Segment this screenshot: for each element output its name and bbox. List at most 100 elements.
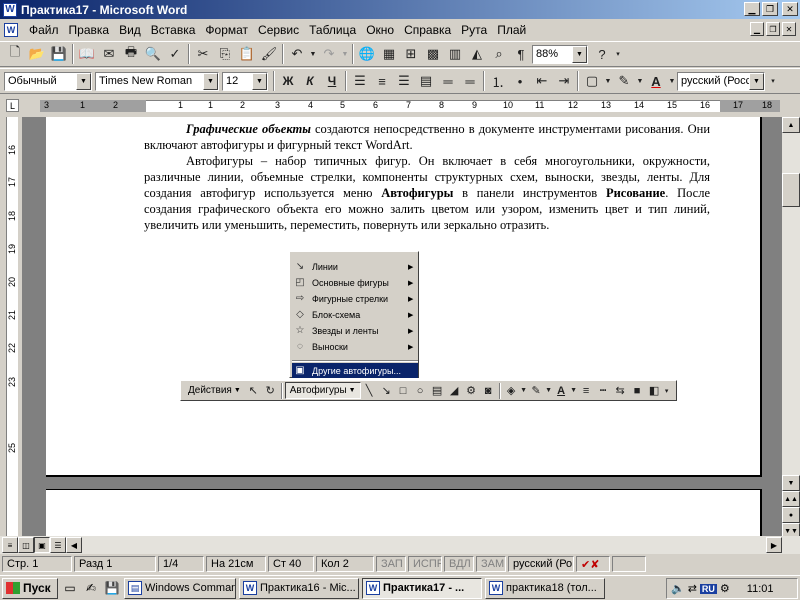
menu-play[interactable]: Плай xyxy=(492,23,531,37)
tab-selector-icon[interactable]: L xyxy=(6,99,19,112)
chevron-down-icon[interactable]: ▼ xyxy=(572,45,587,63)
menu-item-lines[interactable]: ↘ Линии ▶ xyxy=(292,259,418,274)
line-color-icon[interactable]: ✎ xyxy=(528,382,545,399)
insert-table-icon[interactable]: ⊞ xyxy=(400,43,422,65)
align-right-icon[interactable]: ☰ xyxy=(393,70,415,92)
menu-format[interactable]: Формат xyxy=(200,23,253,37)
permission-icon[interactable]: 📖 xyxy=(76,43,98,65)
toolbar-options-icon[interactable]: ▾ xyxy=(613,43,623,65)
format-painter-icon[interactable]: 🖌 xyxy=(258,43,280,65)
toolbar-options-icon[interactable]: ▾ xyxy=(768,70,778,92)
chevron-down-icon[interactable]: ▼ xyxy=(252,72,267,90)
volume-icon[interactable]: 🔈 xyxy=(671,582,685,595)
increase-indent-icon[interactable]: ⇥ xyxy=(553,70,575,92)
vertical-scrollbar[interactable]: ▲ ▼ ▲▲ ● ▼▼ xyxy=(782,117,800,539)
3d-icon[interactable]: ◧ xyxy=(646,382,663,399)
copy-icon[interactable]: ⎘ xyxy=(214,43,236,65)
status-ext[interactable]: ВДЛ xyxy=(444,556,474,572)
show-desktop-icon[interactable]: ▭ xyxy=(61,579,79,597)
doc-restore-button[interactable]: ❐ xyxy=(766,22,780,36)
chevron-down-icon[interactable]: ▼ xyxy=(749,72,764,90)
redo-dropdown-icon[interactable]: ▼ xyxy=(340,43,350,65)
oval-icon[interactable]: ○ xyxy=(412,382,429,399)
open-folder-icon[interactable]: 📂 xyxy=(26,43,48,65)
minimize-button[interactable]: ▁ xyxy=(744,2,760,16)
decrease-indent-icon[interactable]: ⇤ xyxy=(531,70,553,92)
drawing-icon[interactable]: ◭ xyxy=(466,43,488,65)
print-preview-icon[interactable]: 🔍 xyxy=(142,43,164,65)
status-language[interactable]: русский (Ро xyxy=(508,556,574,572)
cut-icon[interactable]: ✂ xyxy=(192,43,214,65)
line-color-dropdown-icon[interactable]: ▼ xyxy=(545,382,553,399)
horizontal-ruler[interactable]: L 3 1 2 1 1 2 3 4 5 6 7 8 9 10 11 12 13 … xyxy=(0,95,800,117)
vertical-ruler[interactable]: 16 17 18 19 20 21 22 23 25 xyxy=(0,117,22,537)
web-view-icon[interactable]: ◫ xyxy=(18,537,34,553)
start-button[interactable]: Пуск xyxy=(2,577,58,599)
font-color-dropdown-icon[interactable]: ▼ xyxy=(667,70,677,92)
font-color-dropdown-icon[interactable]: ▼ xyxy=(570,382,578,399)
clip-art-icon[interactable]: ◙ xyxy=(480,382,497,399)
select-browse-object-icon[interactable]: ● xyxy=(782,507,800,523)
menu-window[interactable]: Окно xyxy=(361,23,399,37)
word-icon[interactable]: W xyxy=(3,2,17,17)
close-button[interactable]: ✕ xyxy=(782,2,798,16)
diagram-icon[interactable]: ⚙ xyxy=(463,382,480,399)
fill-color-icon[interactable]: ◈ xyxy=(503,382,520,399)
numbering-icon[interactable]: ⒈ xyxy=(487,70,509,92)
document-icon[interactable]: W xyxy=(4,23,18,37)
menu-item-basic-shapes[interactable]: ◰ Основные фигуры ▶ xyxy=(292,275,418,290)
menu-item-flowchart[interactable]: ◇ Блок-схема ▶ xyxy=(292,307,418,322)
previous-page-icon[interactable]: ▲▲ xyxy=(782,491,800,507)
font-color-icon[interactable]: A xyxy=(645,70,667,92)
line-style-icon[interactable]: ≡ xyxy=(578,382,595,399)
document-map-icon[interactable]: ⌕ xyxy=(488,43,510,65)
status-position[interactable]: На 21см xyxy=(206,556,266,572)
select-objects-icon[interactable]: ↖ xyxy=(245,382,262,399)
notepad-icon[interactable]: ✍ xyxy=(82,579,100,597)
line-icon[interactable]: ╲ xyxy=(361,382,378,399)
menu-help[interactable]: Справка xyxy=(399,23,456,37)
save-icon[interactable]: 💾 xyxy=(48,43,70,65)
menu-view[interactable]: Вид xyxy=(114,23,146,37)
paste-icon[interactable]: 📋 xyxy=(236,43,258,65)
bullets-icon[interactable]: • xyxy=(509,70,531,92)
status-pages[interactable]: 1/4 xyxy=(158,556,204,572)
network-icon[interactable]: ⇄ xyxy=(688,582,697,595)
font-color-icon[interactable]: A xyxy=(553,382,570,399)
paragraph-autoshapes[interactable]: Автофигуры – набор типичных фигур. Он вк… xyxy=(144,153,710,233)
document-body[interactable]: Графические объекты создаются непосредст… xyxy=(144,121,710,233)
free-rotate-icon[interactable]: ↻ xyxy=(262,382,279,399)
wordart-icon[interactable]: ◢ xyxy=(446,382,463,399)
borders-dropdown-icon[interactable]: ▼ xyxy=(603,70,613,92)
email-icon[interactable]: ✉ xyxy=(98,43,120,65)
shadow-icon[interactable]: ■ xyxy=(629,382,646,399)
menu-table[interactable]: Таблица xyxy=(304,23,361,37)
outline-view-icon[interactable]: ☰ xyxy=(50,537,66,553)
text-box-icon[interactable]: ▤ xyxy=(429,382,446,399)
status-column[interactable]: Кол 2 xyxy=(316,556,374,572)
chevron-down-icon[interactable]: ▼ xyxy=(203,72,218,90)
font-combo[interactable]: Times New Roman ▼ xyxy=(95,71,219,91)
keyboard-language-indicator[interactable]: RU xyxy=(699,583,717,594)
spelling-icon[interactable]: ✓ xyxy=(164,43,186,65)
toolbar-options-icon[interactable]: ▾ xyxy=(663,382,671,399)
menu-insert[interactable]: Вставка xyxy=(146,23,201,37)
menu-file[interactable]: Файл xyxy=(24,23,64,37)
menu-item-block-arrows[interactable]: ⇨ Фигурные стрелки ▶ xyxy=(292,291,418,306)
insert-excel-icon[interactable]: ▩ xyxy=(422,43,444,65)
print-icon[interactable]: 🖶 xyxy=(120,43,142,65)
paragraph-graphics[interactable]: Графические объекты создаются непосредст… xyxy=(144,121,710,153)
status-line[interactable]: Ст 40 xyxy=(268,556,314,572)
align-center-icon[interactable]: ≡ xyxy=(371,70,393,92)
status-ovr[interactable]: ЗАМ xyxy=(476,556,506,572)
scroll-up-icon[interactable]: ▲ xyxy=(782,117,800,133)
menu-ruta[interactable]: Рута xyxy=(456,23,492,37)
chevron-down-icon[interactable]: ▼ xyxy=(76,72,91,90)
highlight-icon[interactable]: ✎ xyxy=(613,70,635,92)
undo-dropdown-icon[interactable]: ▼ xyxy=(308,43,318,65)
undo-icon[interactable]: ↶ xyxy=(286,43,308,65)
style-combo[interactable]: Обычный ▼ xyxy=(4,71,92,91)
rectangle-icon[interactable]: □ xyxy=(395,382,412,399)
fill-dropdown-icon[interactable]: ▼ xyxy=(520,382,528,399)
redo-icon[interactable]: ↷ xyxy=(318,43,340,65)
